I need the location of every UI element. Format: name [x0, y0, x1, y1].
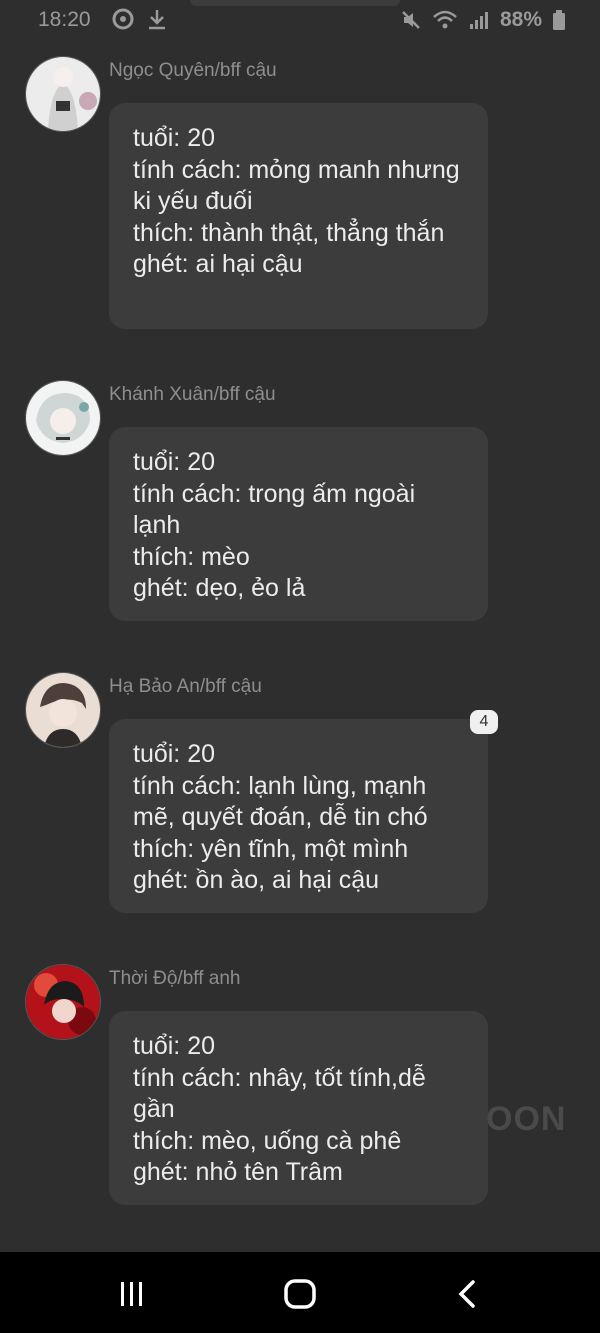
message-line: thích: mèo, uống cà phê [133, 1126, 402, 1155]
message-line: tuổi: 20 [133, 448, 216, 476]
avatar[interactable] [25, 380, 101, 456]
battery-icon [553, 10, 565, 30]
sender-name: Khánh Xuân/bff cậu [109, 384, 276, 405]
avatar-image [26, 57, 100, 131]
message-line: tính cách: trong ấm ngoài lạnh [133, 479, 416, 540]
home-icon [284, 1279, 316, 1309]
message-line: tuổi: 20 [133, 1032, 216, 1060]
message-line: ghét: dẹo, ẻo lả [133, 574, 306, 602]
avatar[interactable] [25, 56, 101, 132]
avatar-image [26, 381, 100, 455]
message-line: tính cách: lạnh lùng, mạnh mẽ, quyết đoá… [133, 771, 428, 832]
message-bubble[interactable]: tuổi: 20 tính cách: lạnh lùng, mạnh mẽ, … [109, 719, 488, 913]
status-time: 18:20 [38, 8, 91, 31]
home-button[interactable] [280, 1274, 320, 1314]
message-bubble[interactable]: tuổi: 20 tính cách: trong ấm ngoài lạnh … [109, 427, 488, 621]
message-line: tuổi: 20 [133, 740, 216, 768]
message-line: ghét: ồn ào, ai hại cậu [133, 866, 380, 894]
recent-apps-icon [121, 1282, 142, 1306]
message-line: thích: thành thật, thẳng thắn [133, 218, 445, 247]
download-icon [149, 10, 165, 30]
avatar[interactable] [25, 672, 101, 748]
system-nav-bar [0, 1252, 600, 1333]
sender-name: Hạ Bảo An/bff cậu [109, 676, 262, 697]
avatar-image [26, 965, 100, 1039]
recent-apps-button[interactable] [112, 1274, 152, 1314]
sync-icon [112, 8, 134, 30]
signal-icon [469, 12, 488, 29]
status-right-icons: 88% [400, 8, 566, 32]
watermark: OON [486, 1100, 567, 1138]
message-bubble[interactable]: tuổi: 20 tính cách: mỏng manh nhưng ki y… [109, 103, 488, 329]
message-line: thích: mèo [133, 542, 250, 571]
message-bubble[interactable]: tuổi: 20 tính cách: nhây, tốt tính,dễ gầ… [109, 1011, 488, 1205]
status-bar: 18:20 88% [0, 0, 600, 40]
back-button[interactable] [448, 1274, 488, 1314]
message-line: tuổi: 20 [133, 124, 216, 152]
previous-bubble-edge [190, 0, 400, 6]
sender-name: Thời Độ/bff anh [109, 968, 241, 989]
message-line: tính cách: mỏng manh nhưng ki yếu đuối [133, 155, 460, 216]
message-line: ghét: nhỏ tên Trâm [133, 1158, 343, 1186]
status-left-icons [112, 8, 168, 30]
back-icon [458, 1280, 475, 1308]
battery-percent: 88% [499, 8, 542, 31]
reaction-count-badge[interactable]: 4 [470, 710, 498, 734]
avatar[interactable] [25, 964, 101, 1040]
message-line: thích: yên tĩnh, một mình [133, 834, 409, 863]
wifi-icon [433, 10, 457, 29]
avatar-image [26, 673, 100, 747]
message-line: tính cách: nhây, tốt tính,dễ gần [133, 1063, 426, 1124]
message-line: ghét: ai hại cậu [133, 250, 303, 278]
mute-icon [402, 11, 420, 29]
sender-name: Ngọc Quyên/bff cậu [109, 60, 277, 81]
